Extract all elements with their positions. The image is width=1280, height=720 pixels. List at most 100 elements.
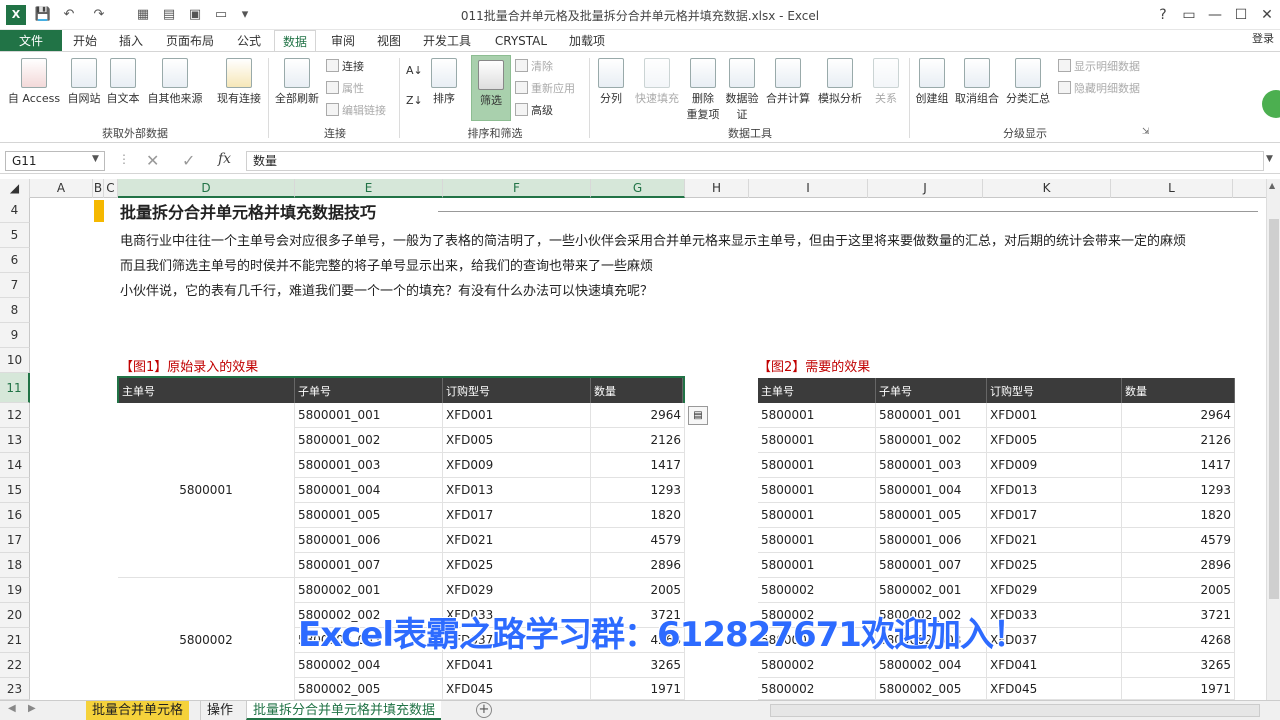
sub-order-cell[interactable]: 5800001_002 xyxy=(876,428,987,453)
scroll-up-icon[interactable]: ▲ xyxy=(1269,181,1275,190)
tab-addins[interactable]: 加载项 xyxy=(562,30,612,52)
maximize-button[interactable]: ☐ xyxy=(1228,4,1254,26)
tab-home[interactable]: 开始 xyxy=(64,30,106,52)
column-header-j[interactable]: J xyxy=(868,179,983,198)
row-header[interactable]: 17 xyxy=(0,528,30,553)
sub-order-cell[interactable]: 5800001_007 xyxy=(295,553,443,578)
row-header[interactable]: 15 xyxy=(0,478,30,503)
help-button[interactable]: ? xyxy=(1150,4,1176,26)
main-order-cell[interactable]: 5800002 xyxy=(758,578,876,603)
quantity-cell[interactable]: 2005 xyxy=(1122,578,1235,603)
model-cell[interactable]: XFD029 xyxy=(987,578,1122,603)
column-header-k[interactable]: K xyxy=(983,179,1111,198)
table-1-header-quantity[interactable]: 数量 xyxy=(591,378,683,403)
sheet-tab[interactable]: 批量合并单元格 xyxy=(86,701,190,720)
existing-connections-button[interactable]: 现有连接 xyxy=(212,58,266,106)
table-1-header-model[interactable]: 订购型号 xyxy=(443,378,591,403)
quantity-cell[interactable]: 1971 xyxy=(591,678,685,700)
model-cell[interactable]: XFD025 xyxy=(443,553,591,578)
table-1-header-main-order[interactable]: 主单号 xyxy=(119,378,295,403)
select-all-corner[interactable]: ◢ xyxy=(0,179,30,198)
merged-main-order-cell[interactable]: 5800002 xyxy=(118,578,295,703)
model-cell[interactable]: XFD041 xyxy=(987,653,1122,678)
sub-order-cell[interactable]: 5800002_004 xyxy=(876,653,987,678)
row-header[interactable]: 8 xyxy=(0,298,30,323)
enter-icon[interactable]: ✓ xyxy=(182,151,195,170)
main-order-cell[interactable]: 5800001 xyxy=(758,428,876,453)
relationships-button[interactable]: 关系 xyxy=(866,58,906,106)
column-header-h[interactable]: H xyxy=(685,179,749,198)
tab-file[interactable]: 文件 xyxy=(0,30,62,52)
model-cell[interactable]: XFD017 xyxy=(987,503,1122,528)
from-web-button[interactable]: 自网站 xyxy=(64,58,104,106)
scroll-thumb[interactable] xyxy=(1269,219,1279,599)
row-header[interactable]: 9 xyxy=(0,323,30,348)
model-cell[interactable]: XFD001 xyxy=(443,403,591,428)
sub-order-cell[interactable]: 5800001_003 xyxy=(876,453,987,478)
sub-order-cell[interactable]: 5800001_001 xyxy=(295,403,443,428)
column-header-f[interactable]: F xyxy=(443,179,591,198)
row-header[interactable]: 11 xyxy=(0,373,30,403)
tab-crystal[interactable]: CRYSTAL xyxy=(488,30,554,52)
redo-icon[interactable]: ↷ xyxy=(88,5,110,25)
name-box[interactable]: G11 xyxy=(5,151,105,171)
undo-icon[interactable]: ↶ xyxy=(58,5,80,25)
reapply-button[interactable]: 重新应用 xyxy=(515,80,575,96)
model-cell[interactable]: XFD025 xyxy=(987,553,1122,578)
main-order-cell[interactable]: 5800001 xyxy=(758,478,876,503)
consolidate-button[interactable]: 合并计算 xyxy=(762,58,814,106)
text-to-columns-button[interactable]: 分列 xyxy=(594,58,628,106)
sub-order-cell[interactable]: 5800001_007 xyxy=(876,553,987,578)
quantity-cell[interactable]: 3721 xyxy=(1122,603,1235,628)
model-cell[interactable]: XFD005 xyxy=(987,428,1122,453)
what-if-analysis-button[interactable]: 模拟分析 xyxy=(814,58,866,106)
model-cell[interactable]: XFD045 xyxy=(987,678,1122,700)
main-order-cell[interactable]: 5800002 xyxy=(758,678,876,700)
dialog-launcher-icon[interactable]: ⇲ xyxy=(1142,127,1150,137)
row-header[interactable]: 12 xyxy=(0,403,30,428)
model-cell[interactable]: XFD009 xyxy=(443,453,591,478)
from-access-button[interactable]: 自 Access xyxy=(4,58,64,106)
row-header[interactable]: 22 xyxy=(0,653,30,678)
insert-function-icon[interactable]: fx xyxy=(218,151,231,167)
row-header[interactable]: 19 xyxy=(0,578,30,603)
main-order-cell[interactable]: 5800001 xyxy=(758,453,876,478)
sub-order-cell[interactable]: 5800001_006 xyxy=(876,528,987,553)
filter-button[interactable]: 筛选 xyxy=(471,55,511,121)
table-icon[interactable]: ▦ xyxy=(132,5,154,25)
customize-qat-icon[interactable]: ▾ xyxy=(234,5,256,25)
quantity-cell[interactable]: 4579 xyxy=(1122,528,1235,553)
table-2-header-model[interactable]: 订购型号 xyxy=(987,378,1122,403)
expand-formula-icon[interactable]: ▼ xyxy=(1266,154,1273,164)
horizontal-scrollbar[interactable] xyxy=(770,704,1260,717)
quantity-cell[interactable]: 1820 xyxy=(591,503,685,528)
ribbon-display-button[interactable]: ▭ xyxy=(1176,4,1202,26)
table-2-header-main-order[interactable]: 主单号 xyxy=(758,378,876,403)
quantity-cell[interactable]: 4268 xyxy=(1122,628,1235,653)
column-header-b[interactable]: B xyxy=(93,179,104,198)
table-2-header-sub-order[interactable]: 子单号 xyxy=(876,378,987,403)
sub-order-cell[interactable]: 5800001_003 xyxy=(295,453,443,478)
data-validation-button[interactable]: 数据验证 xyxy=(722,58,762,122)
formula-input[interactable]: 数量 xyxy=(246,151,1264,171)
quantity-cell[interactable]: 1971 xyxy=(1122,678,1235,700)
quantity-cell[interactable]: 2964 xyxy=(591,403,685,428)
quantity-cell[interactable]: 2005 xyxy=(591,578,685,603)
close-button[interactable]: ✕ xyxy=(1254,4,1280,26)
sort-az-icon[interactable]: A↓ xyxy=(406,64,423,77)
quantity-cell[interactable]: 2964 xyxy=(1122,403,1235,428)
hide-detail-button[interactable]: 隐藏明细数据 xyxy=(1058,80,1140,96)
sub-order-cell[interactable]: 5800002_001 xyxy=(876,578,987,603)
show-detail-button[interactable]: 显示明细数据 xyxy=(1058,58,1140,74)
clear-filter-button[interactable]: 清除 xyxy=(515,58,553,74)
tab-page-layout[interactable]: 页面布局 xyxy=(158,30,222,52)
row-header[interactable]: 21 xyxy=(0,628,30,653)
sub-order-cell[interactable]: 5800002_005 xyxy=(295,678,443,700)
model-cell[interactable]: XFD021 xyxy=(987,528,1122,553)
sub-order-cell[interactable]: 5800002_004 xyxy=(295,653,443,678)
row-header[interactable]: 16 xyxy=(0,503,30,528)
paste-options-icon[interactable]: ▤ xyxy=(688,406,708,425)
sub-order-cell[interactable]: 5800001_005 xyxy=(295,503,443,528)
row-header[interactable]: 13 xyxy=(0,428,30,453)
properties-button[interactable]: 属性 xyxy=(326,80,364,96)
